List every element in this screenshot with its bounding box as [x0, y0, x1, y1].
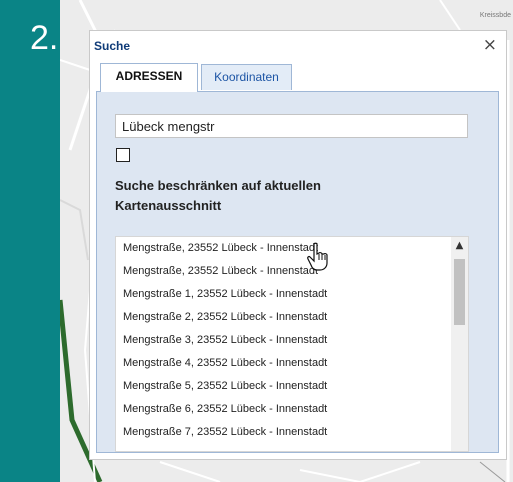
restrict-to-extent-checkbox[interactable] [116, 148, 130, 162]
tab-adressen[interactable]: ADRESSEN [100, 63, 198, 92]
scroll-up-icon[interactable]: ▲ [451, 239, 468, 253]
address-search-panel: Suche beschränken auf aktuellen Kartenau… [96, 91, 499, 453]
list-item[interactable]: Mengstraße 4, 23552 Lübeck - Innenstadt [116, 352, 452, 375]
list-item[interactable]: Mengstraße 3, 23552 Lübeck - Innenstadt [116, 329, 452, 352]
search-dialog: Suche × ADRESSEN Koordinaten Suche besch… [89, 30, 507, 460]
dialog-title: Suche [94, 39, 131, 53]
results-list[interactable]: Mengstraße, 23552 Lübeck - Innenstadt Me… [115, 236, 469, 452]
step-number-label: 2. [30, 19, 59, 57]
list-item[interactable]: Mengstraße, 23552 Lübeck - Innenstadt [116, 237, 452, 260]
tab-koordinaten[interactable]: Koordinaten [201, 64, 292, 90]
map-place-label: Kreissbde [479, 12, 511, 19]
list-item[interactable]: Mengstraße 1, 23552 Lübeck - Innenstadt [116, 283, 452, 306]
hand-pointer-icon [307, 242, 328, 271]
list-item[interactable]: Mengstraße 5, 23552 Lübeck - Innenstadt [116, 375, 452, 398]
list-item[interactable]: Mengstraße 2, 23552 Lübeck - Innenstadt [116, 306, 452, 329]
list-item[interactable]: Mengstraße, 23552 Lübeck - Innenstadt [116, 260, 452, 283]
list-item[interactable]: Mengstraße 7, 23552 Lübeck - Innenstadt [116, 421, 452, 444]
search-input[interactable] [115, 114, 468, 138]
close-icon[interactable]: × [483, 35, 497, 55]
results-scrollbar[interactable]: ▲ [451, 237, 468, 451]
list-item[interactable]: Mengstraße 6, 23552 Lübeck - Innenstadt [116, 398, 452, 421]
scrollbar-thumb[interactable] [454, 259, 465, 325]
restrict-to-extent-label: Suche beschränken auf aktuellen Kartenau… [115, 178, 321, 213]
